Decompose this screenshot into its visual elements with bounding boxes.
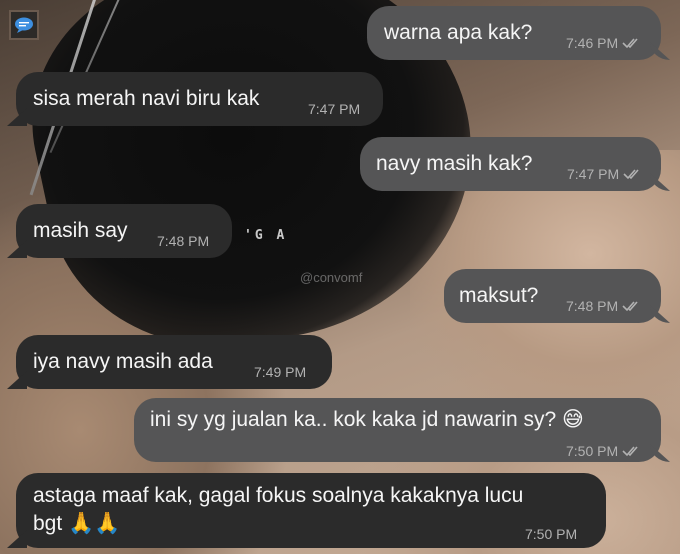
message-time: 7:48 PM: [566, 293, 640, 319]
message-bubble-outgoing[interactable]: maksut? 7:48 PM: [444, 269, 670, 323]
message-time: 7:50 PM: [566, 438, 640, 464]
watermark: @convomf: [300, 270, 363, 285]
message-text: navy masih kak?: [376, 152, 533, 175]
message-time: 7:46 PM: [566, 30, 640, 56]
message-text-line: bgt 🙏🙏: [33, 512, 121, 535]
message-bubble-incoming[interactable]: masih say 7:48 PM: [7, 204, 232, 258]
chat-app-icon: [9, 10, 39, 40]
background-print: 'G A: [244, 228, 288, 243]
message-bubble-incoming[interactable]: iya navy masih ada 7:49 PM: [7, 335, 332, 389]
message-text: maksut?: [459, 284, 539, 307]
message-time: 7:47 PM: [567, 161, 641, 187]
read-receipt-icon: [623, 169, 639, 180]
message-text: ini sy yg jualan ka.. kok kaka jd nawari…: [150, 408, 584, 431]
message-bubble-outgoing[interactable]: warna apa kak? 7:46 PM: [367, 6, 670, 60]
message-text: masih say: [33, 219, 128, 242]
message-time: 7:50 PM: [525, 526, 578, 542]
read-receipt-icon: [622, 446, 638, 457]
message-time: 7:47 PM: [308, 101, 361, 117]
message-bubble-incoming[interactable]: astaga maaf kak, gagal fokus soalnya kak…: [7, 473, 606, 548]
read-receipt-icon: [622, 301, 638, 312]
message-text: warna apa kak?: [384, 21, 533, 44]
message-time: 7:48 PM: [157, 233, 210, 249]
message-text: sisa merah navi biru kak: [33, 87, 260, 110]
message-text: iya navy masih ada: [33, 350, 213, 373]
message-text-line: astaga maaf kak, gagal fokus soalnya kak…: [33, 484, 524, 507]
message-bubble-incoming[interactable]: sisa merah navi biru kak 7:47 PM: [7, 72, 383, 126]
message-bubble-outgoing[interactable]: ini sy yg jualan ka.. kok kaka jd nawari…: [134, 398, 670, 464]
message-time: 7:49 PM: [254, 364, 307, 380]
read-receipt-icon: [622, 38, 638, 49]
message-bubble-outgoing[interactable]: navy masih kak? 7:47 PM: [360, 137, 670, 191]
